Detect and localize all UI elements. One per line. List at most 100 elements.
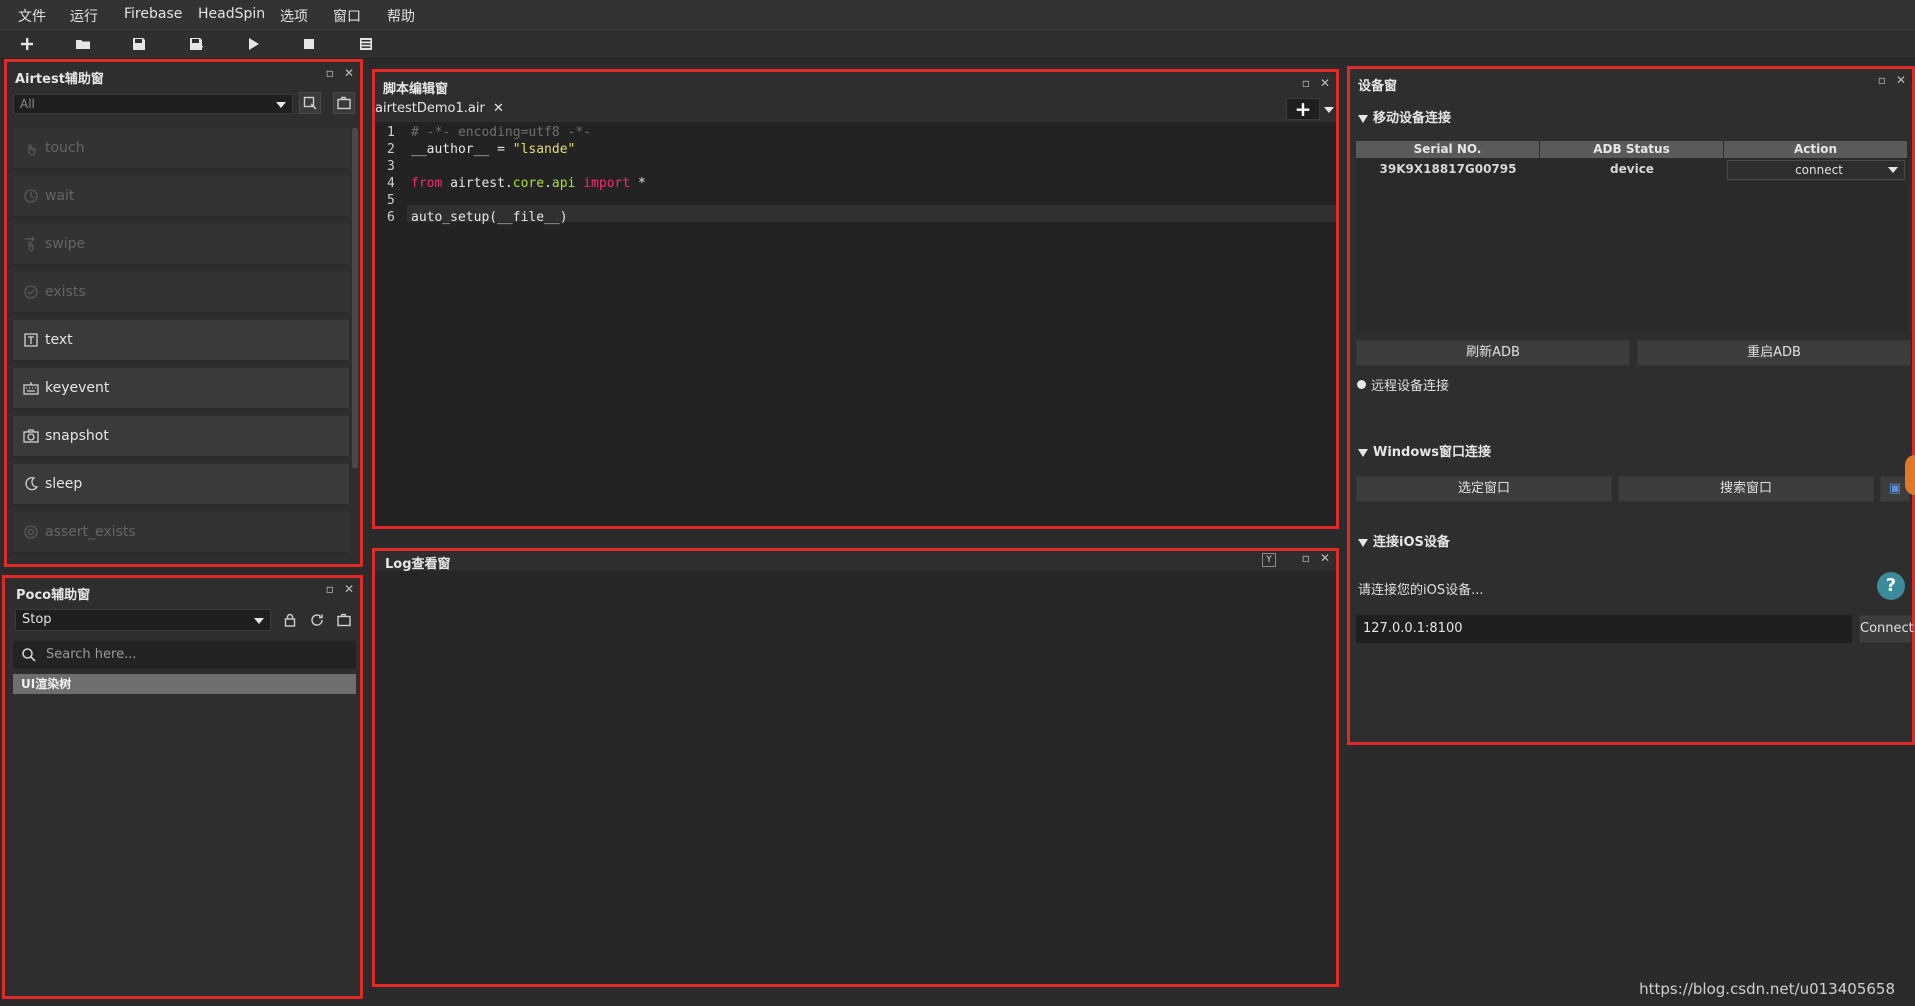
device-action-select[interactable]: connect xyxy=(1727,160,1905,180)
list-icon[interactable] xyxy=(353,32,379,56)
menu-options[interactable]: 选项 xyxy=(280,6,308,26)
float-icon[interactable]: ▫ xyxy=(1302,76,1310,90)
api-label: text xyxy=(45,332,73,348)
close-icon[interactable]: ✕ xyxy=(1320,76,1330,90)
open-folder-icon[interactable] xyxy=(70,32,96,56)
ios-hint-text: 请连接您的iOS设备... xyxy=(1358,583,1484,598)
float-icon[interactable]: ▫ xyxy=(326,582,334,596)
menu-firebase[interactable]: Firebase xyxy=(124,6,182,22)
line-number: 3 xyxy=(387,159,395,174)
ui-tree-root[interactable]: UI渲染树 xyxy=(13,674,356,694)
menu-bar: 文件 运行 Firebase HeadSpin 选项 窗口 帮助 xyxy=(0,0,1915,30)
editor-panel: 脚本编辑窗 ▫ ✕ airtestDemo1.air ✕ + 1 2 3 4 5 … xyxy=(372,69,1339,529)
api-label: assert_exists xyxy=(45,524,136,540)
api-sleep[interactable]: sleep xyxy=(13,464,349,506)
device-serial: 39K9X18817G00795 xyxy=(1379,162,1517,176)
refresh-icon xyxy=(311,614,323,626)
menu-run[interactable]: 运行 xyxy=(70,6,98,26)
new-icon[interactable] xyxy=(14,32,40,56)
chevron-down-icon[interactable] xyxy=(1324,107,1334,113)
menu-window[interactable]: 窗口 xyxy=(333,6,361,26)
airtest-record-button[interactable] xyxy=(299,92,321,114)
menu-headspin[interactable]: HeadSpin xyxy=(198,6,265,22)
device-panel-title: 设备窗 xyxy=(1358,79,1398,94)
device-action-value: connect xyxy=(1795,163,1843,177)
api-label: swipe xyxy=(45,236,86,252)
airtest-filter-select[interactable]: All xyxy=(13,94,293,114)
side-widget-icon[interactable] xyxy=(1905,455,1915,495)
api-touch[interactable]: touch xyxy=(13,128,349,170)
save-icon[interactable] xyxy=(126,32,152,56)
text-icon xyxy=(23,332,39,348)
ios-connect-button[interactable]: Connect xyxy=(1859,615,1914,643)
keyboard-icon xyxy=(23,380,39,396)
tab-airtestdemo1[interactable]: airtestDemo1.air ✕ xyxy=(375,98,512,120)
mobile-section-header[interactable]: 移动设备连接 xyxy=(1358,107,1451,126)
api-label: touch xyxy=(45,140,85,156)
col-action: Action xyxy=(1724,141,1908,158)
save-as-icon[interactable] xyxy=(183,32,209,56)
close-icon[interactable]: ✕ xyxy=(1896,73,1906,87)
close-icon[interactable]: ✕ xyxy=(493,101,504,116)
api-exists[interactable]: exists xyxy=(13,272,349,314)
section-label: 移动设备连接 xyxy=(1373,111,1452,126)
search-window-button[interactable]: 搜索窗口 xyxy=(1618,476,1874,502)
refresh-adb-button[interactable]: 刷新ADB xyxy=(1356,340,1630,366)
airtest-filter-value: All xyxy=(20,97,35,111)
filter-icon[interactable]: Y xyxy=(1262,553,1276,567)
record-icon xyxy=(303,96,317,110)
remote-section-label[interactable]: 远程设备连接 xyxy=(1371,375,1449,394)
api-text[interactable]: text xyxy=(13,320,349,362)
remote-radio-icon[interactable] xyxy=(1357,380,1366,389)
code-editor[interactable]: 1 2 3 4 5 6 # -*- encoding=utf8 -*- __au… xyxy=(375,122,1336,526)
close-icon[interactable]: ✕ xyxy=(344,582,354,596)
airtest-panel: Airtest辅助窗 ▫ ✕ All touch wait swipe exist… xyxy=(4,59,363,567)
api-snapshot[interactable]: snapshot xyxy=(13,416,349,458)
section-label: Windows窗口连接 xyxy=(1373,445,1492,460)
ios-section-header[interactable]: 连接iOS设备 xyxy=(1358,531,1450,550)
api-swipe[interactable]: swipe xyxy=(13,224,349,266)
log-panel-title: Log查看窗 xyxy=(385,557,451,572)
airtest-scrollbar[interactable] xyxy=(352,128,358,468)
chevron-down-icon xyxy=(276,102,286,108)
log-panel: Log查看窗 Y ▫ ✕ xyxy=(372,548,1339,987)
refresh-button[interactable] xyxy=(306,609,328,631)
menu-help[interactable]: 帮助 xyxy=(387,6,415,26)
help-icon[interactable]: ? xyxy=(1877,572,1905,600)
watermark: https://blog.csdn.net/u013405658 xyxy=(1639,980,1895,998)
windows-section-header[interactable]: Windows窗口连接 xyxy=(1358,441,1491,460)
restart-adb-button[interactable]: 重启ADB xyxy=(1637,340,1911,366)
line-number: 1 xyxy=(387,125,395,140)
add-tab-icon[interactable]: + xyxy=(1286,97,1320,121)
lock-icon xyxy=(284,613,296,627)
log-output[interactable] xyxy=(375,571,1336,984)
float-icon[interactable]: ▫ xyxy=(326,66,334,80)
select-window-button[interactable]: 选定窗口 xyxy=(1356,476,1612,502)
moon-icon xyxy=(23,476,39,492)
play-icon[interactable] xyxy=(240,32,266,56)
toolbar xyxy=(0,30,1915,59)
poco-panel-title: Poco辅助窗 xyxy=(16,588,91,603)
close-icon[interactable]: ✕ xyxy=(344,66,354,80)
line-number: 2 xyxy=(387,142,395,157)
lock-button[interactable] xyxy=(279,609,301,631)
poco-mode-select[interactable]: Stop xyxy=(15,609,271,631)
api-wait[interactable]: wait xyxy=(13,176,349,218)
target-icon xyxy=(23,524,39,540)
float-icon[interactable]: ▫ xyxy=(1302,551,1310,565)
api-assert-exists[interactable]: assert_exists xyxy=(13,512,349,554)
airtest-capture-button[interactable] xyxy=(333,92,355,114)
poco-mode-value: Stop xyxy=(22,612,52,627)
api-keyevent[interactable]: keyevent xyxy=(13,368,349,410)
code-line-1: # -*- encoding=utf8 -*- xyxy=(411,125,592,140)
ios-address-input[interactable]: 127.0.0.1:8100 xyxy=(1356,615,1852,643)
poco-search-input[interactable]: Search here... xyxy=(13,641,356,669)
swipe-icon xyxy=(23,236,39,252)
menu-file[interactable]: 文件 xyxy=(18,6,46,26)
record-button[interactable] xyxy=(333,609,355,631)
airtest-panel-title: Airtest辅助窗 xyxy=(15,72,104,87)
stop-icon[interactable] xyxy=(296,32,322,56)
float-icon[interactable]: ▫ xyxy=(1878,73,1886,87)
close-icon[interactable]: ✕ xyxy=(1320,551,1330,565)
line-number: 4 xyxy=(387,176,395,191)
